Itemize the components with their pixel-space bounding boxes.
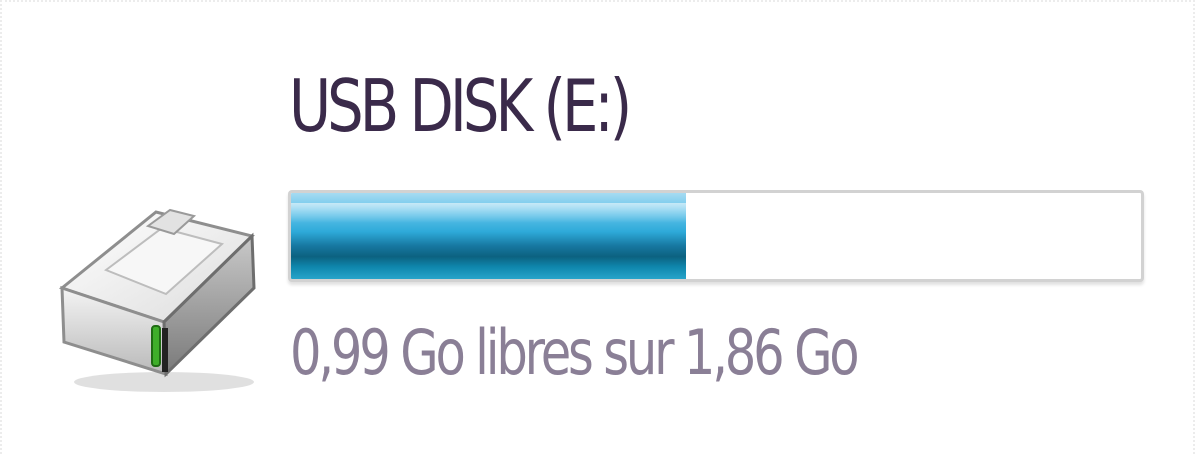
usb-drive-icon [44, 196, 274, 396]
drive-free-space-text: 0,99 Go libres sur 1,86 Go [290, 316, 860, 389]
drive-name-label: USB DISK (E:) [289, 64, 632, 148]
capacity-bar [288, 190, 1144, 282]
capacity-bar-fill [291, 193, 687, 279]
drive-tile-usb-disk[interactable]: USB DISK (E:) 0,99 Go libres sur 1,86 Go [0, 0, 1195, 454]
